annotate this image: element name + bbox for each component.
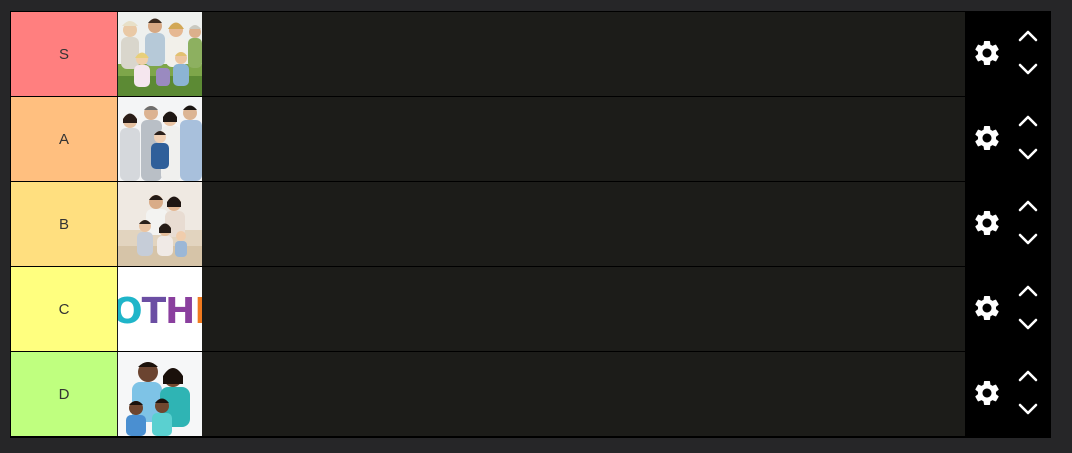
- chevron-down-icon[interactable]: [1016, 315, 1040, 333]
- tier-controls-s: [966, 11, 1051, 96]
- tier-row-c: C OTHER: [10, 266, 1051, 351]
- chevron-up-icon[interactable]: [1016, 282, 1040, 300]
- tier-label-b[interactable]: B: [11, 182, 117, 266]
- tier-items-s[interactable]: [117, 12, 965, 96]
- tier-label-c[interactable]: C: [11, 267, 117, 351]
- chevron-up-icon[interactable]: [1016, 27, 1040, 45]
- tier-item-family-photo-asian-family[interactable]: [118, 97, 202, 181]
- tier-item-family-photo-couple-kids[interactable]: [118, 352, 202, 436]
- other-text-image: OTHER: [118, 267, 202, 351]
- tier-item-family-photo-sofa[interactable]: [118, 182, 202, 266]
- family-photo-image: [118, 97, 202, 181]
- tier-item-other-text-tile[interactable]: OTHER: [118, 267, 202, 351]
- family-photo-image: [118, 182, 202, 266]
- chevron-up-icon[interactable]: [1016, 367, 1040, 385]
- tier-controls-d: [966, 351, 1051, 436]
- tier-label-a[interactable]: A: [11, 97, 117, 181]
- tier-item-family-photo-grandparents[interactable]: [118, 12, 202, 96]
- chevron-up-icon[interactable]: [1016, 112, 1040, 130]
- gear-icon[interactable]: [972, 378, 1002, 408]
- tier-row-s: S: [10, 11, 1051, 96]
- tier-controls-c: [966, 266, 1051, 351]
- chevron-down-icon[interactable]: [1016, 145, 1040, 163]
- gear-icon[interactable]: [972, 208, 1002, 238]
- chevron-down-icon[interactable]: [1016, 60, 1040, 78]
- gear-icon[interactable]: [972, 38, 1002, 68]
- tier-label-s[interactable]: S: [11, 12, 117, 96]
- tier-items-d[interactable]: [117, 352, 965, 436]
- tier-row-b: B: [10, 181, 1051, 266]
- tier-items-c[interactable]: OTHER: [117, 267, 965, 351]
- chevron-up-icon[interactable]: [1016, 197, 1040, 215]
- tier-row-a: A: [10, 96, 1051, 181]
- tier-label-d[interactable]: D: [11, 352, 117, 436]
- tier-controls-b: [966, 181, 1051, 266]
- family-photo-image: [118, 352, 202, 436]
- tier-row-d: D: [10, 351, 1051, 436]
- gear-icon[interactable]: [972, 123, 1002, 153]
- tier-items-b[interactable]: [117, 182, 965, 266]
- chevron-down-icon[interactable]: [1016, 400, 1040, 418]
- app-frame: S A B C OTH D: [0, 0, 1072, 453]
- tier-items-a[interactable]: [117, 97, 965, 181]
- svg-text:OTHER: OTHER: [118, 291, 202, 332]
- tier-list: S A B C OTH D: [10, 11, 1051, 438]
- tier-controls-a: [966, 96, 1051, 181]
- chevron-down-icon[interactable]: [1016, 230, 1040, 248]
- family-photo-image: [118, 12, 202, 96]
- gear-icon[interactable]: [972, 293, 1002, 323]
